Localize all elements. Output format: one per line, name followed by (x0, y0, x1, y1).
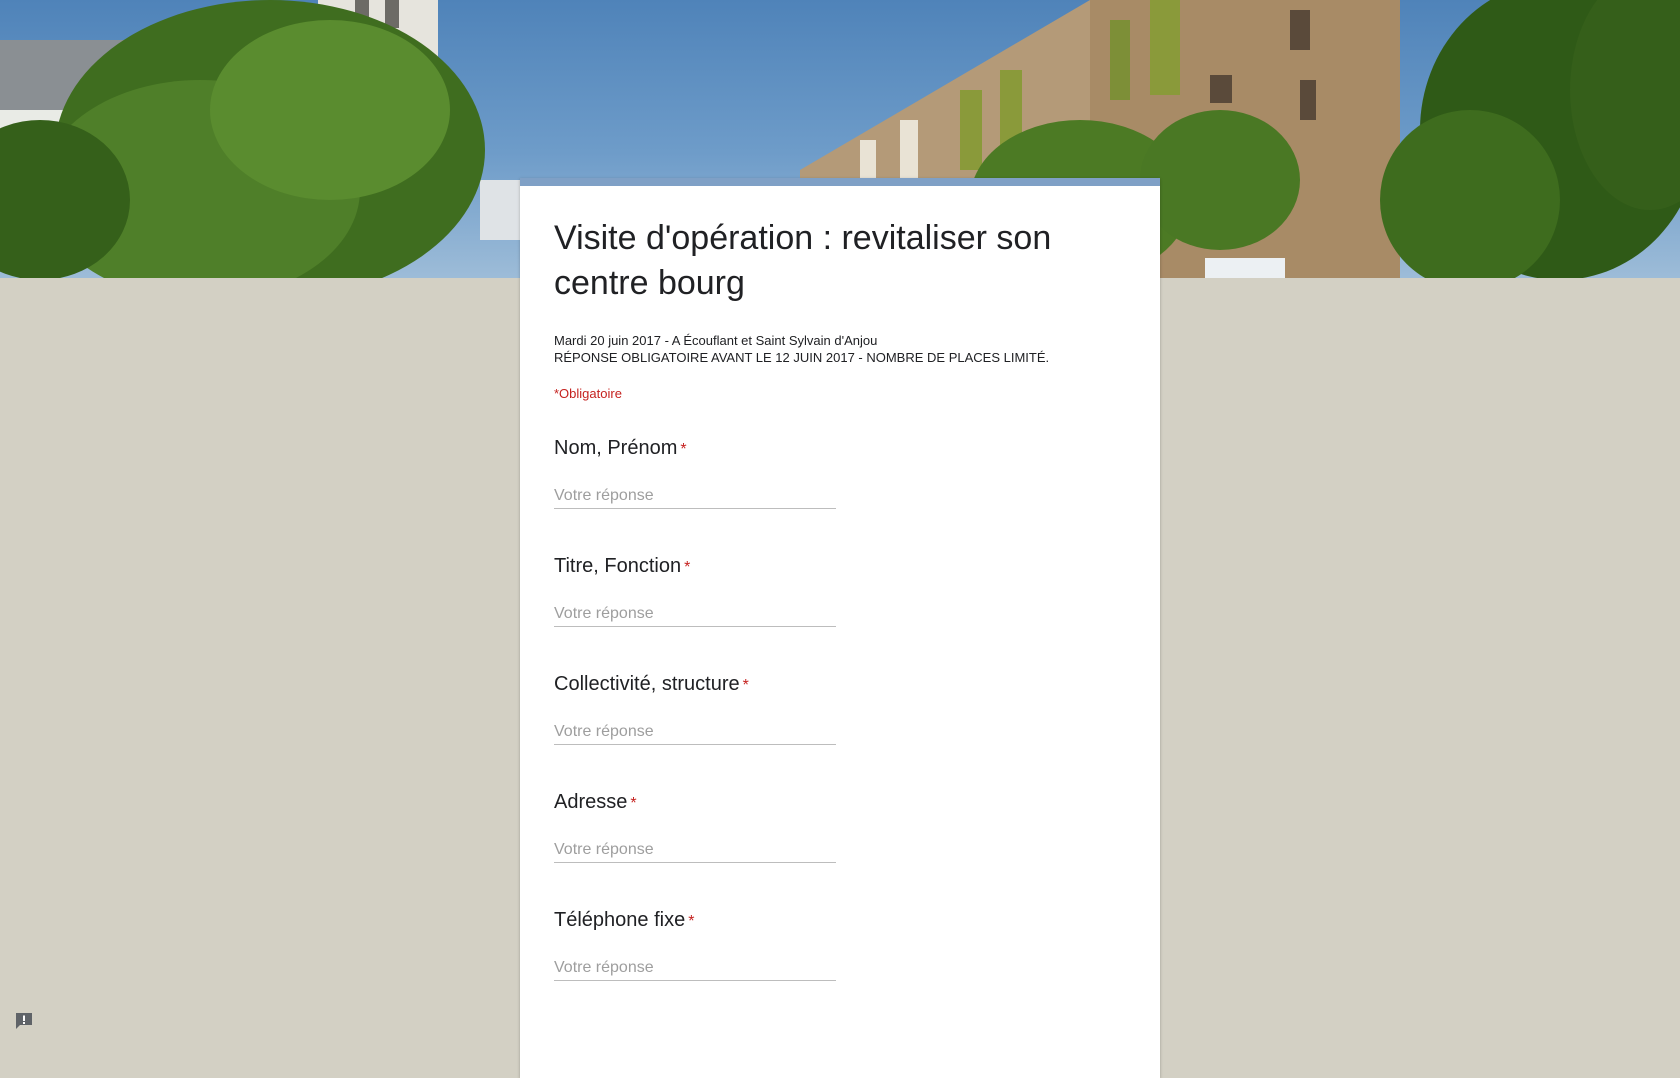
question-label: Téléphone fixe (554, 909, 686, 931)
description-line: RÉPONSE OBLIGATOIRE AVANT LE 12 JUIN 201… (554, 350, 1050, 365)
required-asterisk: * (630, 795, 637, 812)
required-asterisk: * (688, 913, 695, 930)
collectivite-structure-input[interactable] (554, 720, 836, 745)
report-problem-icon[interactable] (14, 1012, 34, 1030)
question-label: Collectivité, structure (554, 673, 740, 695)
required-asterisk: * (742, 677, 749, 694)
telephone-fixe-input[interactable] (554, 956, 836, 981)
question-label: Adresse (554, 791, 628, 813)
question-nom-prenom: Nom, Prénom * (554, 437, 1126, 509)
required-note: *Obligatoire (554, 386, 622, 401)
nom-prenom-input[interactable] (554, 484, 836, 509)
adresse-input[interactable] (554, 838, 836, 863)
question-label: Nom, Prénom (554, 437, 678, 459)
question-titre-fonction: Titre, Fonction * (554, 555, 1126, 627)
titre-fonction-input[interactable] (554, 602, 836, 627)
required-asterisk: * (680, 441, 687, 458)
form-description: Mardi 20 juin 2017 - A Écouflant et Sain… (554, 332, 1126, 366)
question-label: Titre, Fonction (554, 555, 682, 577)
question-collectivite-structure: Collectivité, structure * (554, 673, 1126, 745)
description-line: Mardi 20 juin 2017 - A Écouflant et Sain… (554, 333, 878, 348)
form-card: Visite d'opération : revitaliser son cen… (520, 178, 1160, 1078)
form-title: Visite d'opération : revitaliser son cen… (554, 219, 1052, 302)
question-adresse: Adresse * (554, 791, 1126, 863)
required-asterisk: * (684, 559, 691, 576)
question-telephone-fixe: Téléphone fixe * (554, 909, 1126, 981)
